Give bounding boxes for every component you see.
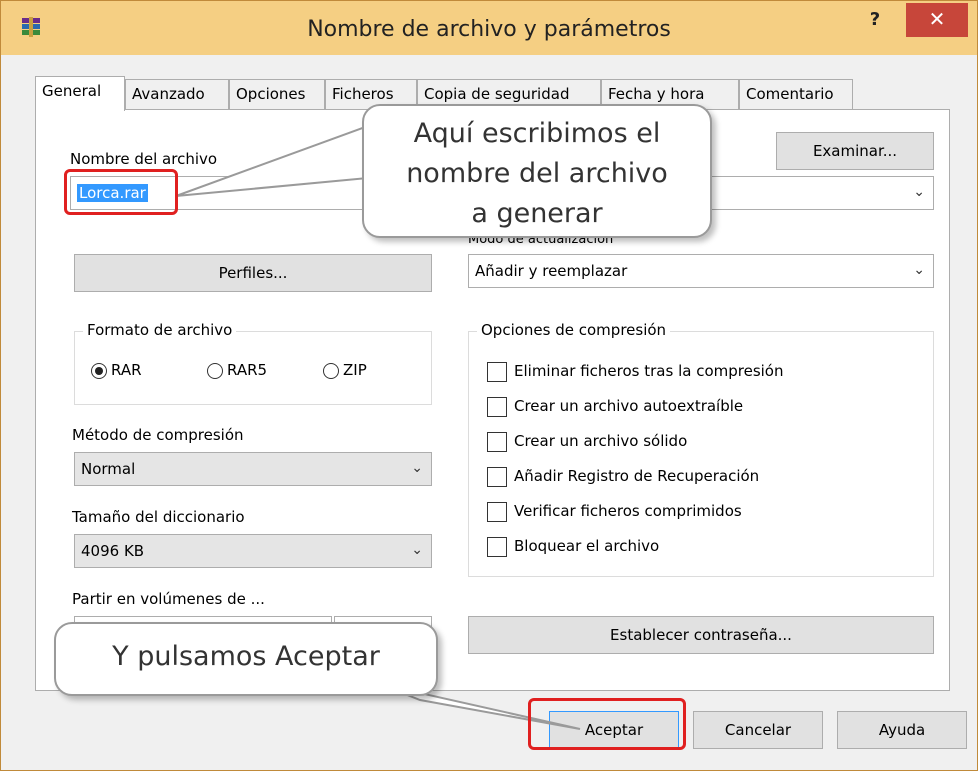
highlight-ok-button [528, 698, 686, 750]
callout-filename-pointer [175, 124, 369, 197]
callout-accept: Y pulsamos Aceptar [54, 622, 438, 696]
callout-filename: Aquí escribimos el nombre del archivo a … [362, 104, 712, 238]
callout-filename-line-1: Aquí escribimos el [413, 118, 661, 149]
highlight-filename [64, 169, 178, 215]
callout-filename-line-3: a generar [471, 198, 603, 229]
callout-filename-line-2: nombre del archivo [406, 158, 668, 189]
